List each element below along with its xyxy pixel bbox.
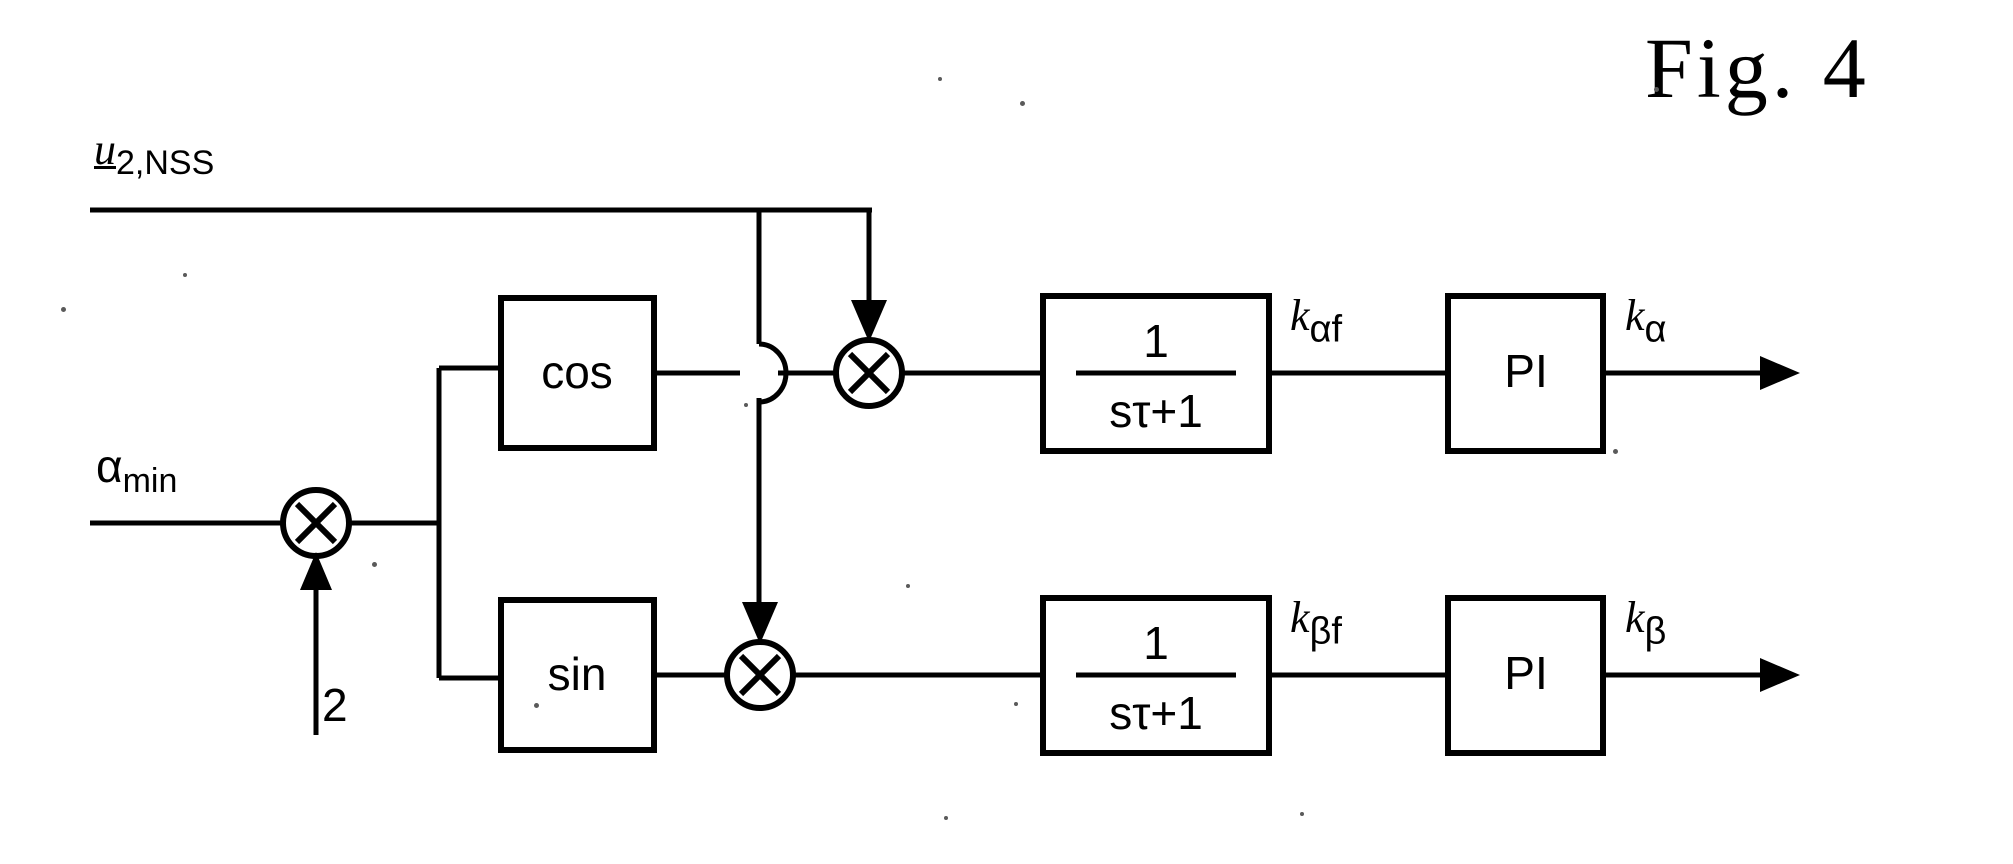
sin-label: sin bbox=[548, 648, 607, 700]
lag-lower-numerator: 1 bbox=[1143, 617, 1169, 669]
lag-upper-denominator: sτ+1 bbox=[1109, 385, 1203, 437]
multiplier-sin[interactable] bbox=[724, 602, 796, 711]
k-alpha-base: k bbox=[1625, 291, 1645, 340]
pi-lower-label: PI bbox=[1504, 647, 1547, 699]
k-beta-f-base: k bbox=[1290, 593, 1310, 642]
alpha-min-base: α bbox=[96, 440, 123, 492]
k-beta-base: k bbox=[1625, 593, 1645, 642]
figure-canvas: cos 1 sτ+1 PI sin 1 sτ+1 PI Fig. 4 u2,NS… bbox=[0, 0, 2013, 864]
scan-speck bbox=[1020, 101, 1025, 106]
figure-title: Fig. 4 bbox=[1645, 20, 1870, 116]
wire-output-k-beta bbox=[1603, 658, 1800, 692]
block-sin[interactable]: sin bbox=[498, 597, 657, 753]
k-alpha-f-base: k bbox=[1290, 291, 1310, 340]
scan-speck bbox=[1654, 87, 1659, 92]
k-alpha-subscript: α bbox=[1644, 308, 1667, 351]
k-beta-subscript: β bbox=[1644, 610, 1667, 653]
label-k-alpha: kα bbox=[1625, 291, 1667, 351]
wire-cos-to-mult bbox=[654, 341, 836, 405]
scan-speck bbox=[1300, 812, 1304, 816]
scan-speck bbox=[944, 816, 948, 820]
label-k-beta-f: kβf bbox=[1290, 593, 1342, 653]
u2nss-subscript: 2,NSS bbox=[116, 144, 215, 183]
label-alpha-min: αmin bbox=[96, 443, 177, 498]
scan-speck bbox=[534, 703, 539, 708]
scan-speck bbox=[1613, 449, 1618, 454]
label-u2nss: u2,NSS bbox=[94, 125, 215, 183]
block-diagram: cos 1 sτ+1 PI sin 1 sτ+1 PI bbox=[90, 207, 1800, 756]
lag-lower-denominator: sτ+1 bbox=[1109, 687, 1203, 739]
pi-upper-label: PI bbox=[1504, 345, 1547, 397]
multiplier-cos[interactable] bbox=[833, 300, 905, 409]
block-lag-upper[interactable]: 1 sτ+1 bbox=[1040, 293, 1272, 454]
wire-output-k-alpha bbox=[1603, 356, 1800, 390]
lag-upper-numerator: 1 bbox=[1143, 315, 1169, 367]
label-k-beta: kβ bbox=[1625, 593, 1667, 653]
scan-speck bbox=[1014, 702, 1018, 706]
u2nss-base: u bbox=[94, 125, 116, 174]
scan-speck bbox=[906, 584, 910, 588]
cos-label: cos bbox=[541, 346, 613, 398]
wire-u2nss-bus bbox=[90, 207, 872, 625]
alpha-min-subscript: min bbox=[122, 462, 178, 501]
label-constant-two: 2 bbox=[322, 679, 348, 731]
k-alpha-f-subscript: αf bbox=[1309, 308, 1343, 351]
block-pi-lower[interactable]: PI bbox=[1445, 595, 1606, 756]
scan-speck bbox=[183, 273, 187, 277]
scan-speck bbox=[744, 403, 748, 407]
wire-angle-split bbox=[349, 365, 501, 681]
scan-speck bbox=[938, 77, 942, 81]
block-cos[interactable]: cos bbox=[498, 295, 657, 451]
scan-speck bbox=[61, 307, 66, 312]
block-lag-lower[interactable]: 1 sτ+1 bbox=[1040, 595, 1272, 756]
scan-speck bbox=[372, 562, 377, 567]
block-pi-upper[interactable]: PI bbox=[1445, 293, 1606, 454]
multiplier-angle[interactable] bbox=[280, 487, 352, 559]
k-beta-f-subscript: βf bbox=[1309, 610, 1342, 653]
label-k-alpha-f: kαf bbox=[1290, 291, 1343, 351]
